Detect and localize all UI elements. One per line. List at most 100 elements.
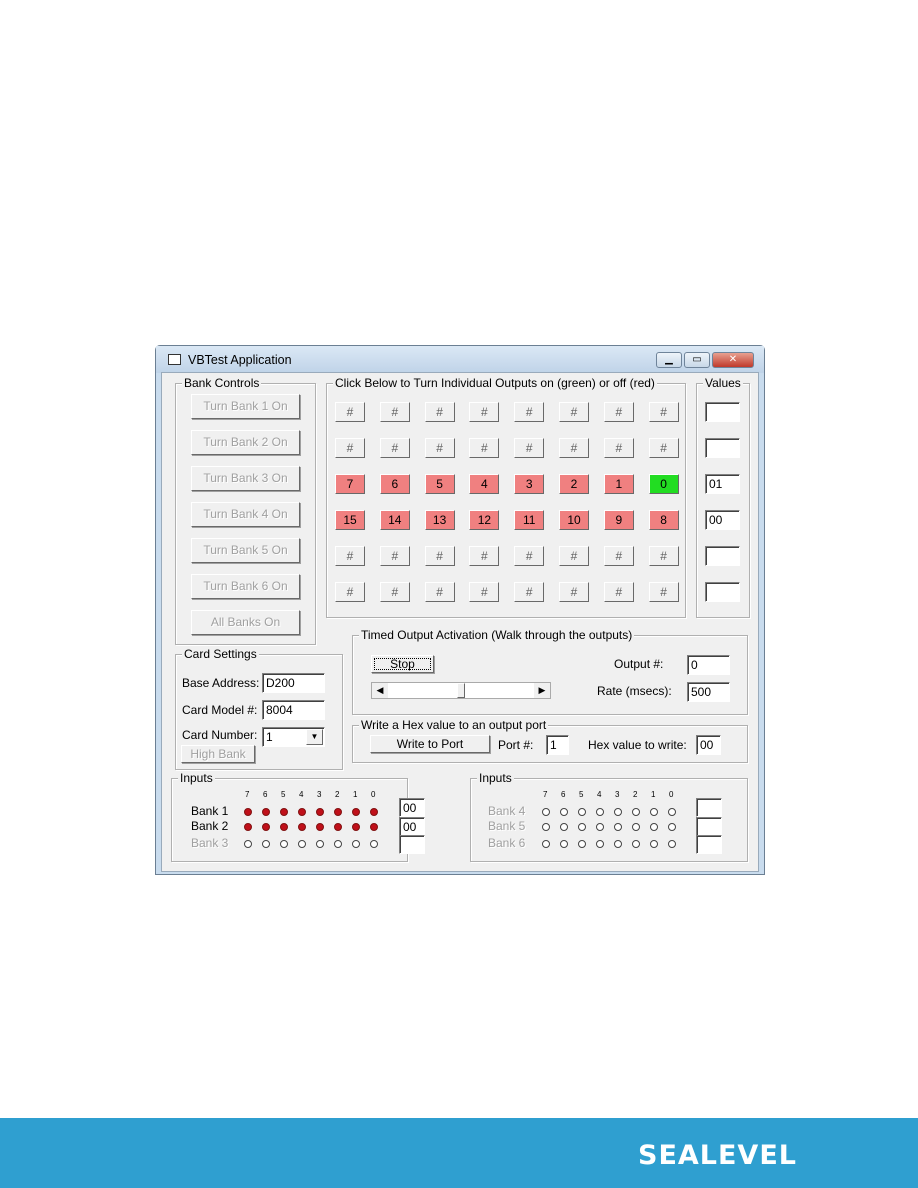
bank-label: Bank 3 — [191, 836, 229, 850]
output-toggle-button[interactable]: # — [335, 402, 365, 422]
output-toggle-button[interactable]: 0 — [648, 474, 679, 494]
group-label: Write a Hex value to an output port — [359, 718, 549, 732]
bank-value-field[interactable] — [696, 817, 722, 836]
output-toggle-button[interactable]: # — [424, 438, 455, 458]
value-field[interactable] — [705, 438, 740, 458]
group-label: Inputs — [477, 771, 514, 785]
hex-value-field[interactable]: 00 — [696, 735, 721, 755]
chevron-down-icon[interactable]: ▼ — [306, 729, 323, 745]
output-number-field[interactable]: 0 — [687, 655, 730, 675]
input-led — [262, 823, 270, 831]
port-label: Port #: — [498, 738, 534, 752]
output-toggle-button[interactable]: 1 — [603, 474, 634, 494]
write-to-port-button[interactable]: Write to Port — [370, 735, 490, 753]
output-toggle-button[interactable]: 13 — [424, 510, 455, 530]
output-toggle-button[interactable]: # — [514, 582, 545, 602]
output-toggle-button[interactable]: # — [514, 546, 545, 566]
card-base-value-field[interactable]: D200 — [262, 673, 325, 693]
bank-button-4[interactable]: Turn Bank 4 On — [191, 502, 300, 527]
bank-button-1[interactable]: Turn Bank 1 On — [191, 394, 300, 419]
close-icon[interactable]: ✕ — [712, 352, 754, 368]
rate-field[interactable]: 500 — [687, 682, 730, 702]
output-toggle-button[interactable]: 4 — [469, 474, 500, 494]
output-toggle-button[interactable]: # — [335, 546, 365, 566]
high-bank-button[interactable]: High Bank — [181, 745, 255, 763]
scroll-right-arrow-icon[interactable]: ▶ — [534, 683, 550, 698]
input-led — [244, 840, 252, 848]
output-toggle-button[interactable]: # — [379, 402, 410, 422]
bank-value-field[interactable]: 00 — [399, 798, 425, 817]
bank-label: Bank 5 — [488, 819, 526, 833]
output-toggle-button[interactable]: # — [559, 402, 589, 422]
output-toggle-button[interactable]: # — [603, 546, 634, 566]
output-toggle-button[interactable]: 9 — [603, 510, 634, 530]
output-toggle-button[interactable]: 7 — [335, 474, 365, 494]
output-toggle-button[interactable]: 10 — [559, 510, 589, 530]
maximize-icon[interactable]: ▭ — [684, 352, 710, 368]
output-toggle-button[interactable]: 6 — [379, 474, 410, 494]
input-led — [316, 840, 324, 848]
input-led — [560, 823, 568, 831]
bank-value-field[interactable] — [696, 835, 722, 854]
bank-value-field[interactable] — [399, 835, 425, 854]
port-field[interactable]: 1 — [546, 735, 569, 755]
output-toggle-button[interactable]: # — [424, 546, 455, 566]
title-bar[interactable]: VBTest Application ▁ ▭ ✕ — [156, 346, 764, 373]
value-field[interactable]: 01 — [705, 474, 740, 494]
scroll-thumb[interactable] — [457, 683, 465, 698]
bit-label: 5 — [579, 790, 584, 799]
input-led — [334, 823, 342, 831]
input-led — [352, 840, 360, 848]
output-toggle-button[interactable]: # — [603, 438, 634, 458]
output-toggle-button[interactable]: # — [648, 438, 679, 458]
output-toggle-button[interactable]: 15 — [335, 510, 365, 530]
output-toggle-button[interactable]: 8 — [648, 510, 679, 530]
output-toggle-button[interactable]: # — [559, 546, 589, 566]
bank-button-5[interactable]: Turn Bank 5 On — [191, 538, 300, 563]
output-toggle-button[interactable]: # — [379, 438, 410, 458]
output-toggle-button[interactable]: # — [559, 438, 589, 458]
scroll-left-arrow-icon[interactable]: ◀ — [372, 683, 388, 698]
value-field[interactable] — [705, 402, 740, 422]
output-toggle-button[interactable]: # — [424, 402, 455, 422]
output-toggle-button[interactable]: # — [379, 546, 410, 566]
output-toggle-button[interactable]: # — [648, 546, 679, 566]
output-toggle-button[interactable]: # — [603, 582, 634, 602]
output-toggle-button[interactable]: # — [424, 582, 455, 602]
output-toggle-button[interactable]: 3 — [514, 474, 545, 494]
stop-button[interactable]: Stop — [371, 655, 434, 673]
output-toggle-button[interactable]: # — [514, 438, 545, 458]
bank-button-6[interactable]: Turn Bank 6 On — [191, 574, 300, 599]
output-toggle-button[interactable]: 5 — [424, 474, 455, 494]
bank-button-2[interactable]: Turn Bank 2 On — [191, 430, 300, 455]
output-toggle-button[interactable]: # — [469, 582, 500, 602]
output-toggle-button[interactable]: # — [469, 402, 500, 422]
output-toggle-button[interactable]: # — [335, 438, 365, 458]
bank-button-3[interactable]: Turn Bank 3 On — [191, 466, 300, 491]
input-led — [316, 808, 324, 816]
output-toggle-button[interactable]: # — [469, 438, 500, 458]
group-label: Inputs — [178, 771, 215, 785]
bank-value-field[interactable] — [696, 798, 722, 817]
output-toggle-button[interactable]: 14 — [379, 510, 410, 530]
output-toggle-button[interactable]: 2 — [559, 474, 589, 494]
output-toggle-button[interactable]: # — [648, 402, 679, 422]
output-toggle-button[interactable]: 12 — [469, 510, 500, 530]
output-toggle-button[interactable]: # — [514, 402, 545, 422]
value-field[interactable] — [705, 582, 740, 602]
value-field[interactable] — [705, 546, 740, 566]
bank-button-7[interactable]: All Banks On — [191, 610, 300, 635]
output-toggle-button[interactable]: # — [603, 402, 634, 422]
card-model-value-field[interactable]: 8004 — [262, 700, 325, 720]
value-field[interactable]: 00 — [705, 510, 740, 530]
output-toggle-button[interactable]: # — [648, 582, 679, 602]
output-toggle-button[interactable]: 11 — [514, 510, 545, 530]
output-toggle-button[interactable]: # — [335, 582, 365, 602]
minimize-icon[interactable]: ▁ — [656, 352, 682, 368]
input-led — [650, 840, 658, 848]
bank-value-field[interactable]: 00 — [399, 817, 425, 836]
output-toggle-button[interactable]: # — [469, 546, 500, 566]
output-toggle-button[interactable]: # — [559, 582, 589, 602]
output-toggle-button[interactable]: # — [379, 582, 410, 602]
input-led — [632, 823, 640, 831]
